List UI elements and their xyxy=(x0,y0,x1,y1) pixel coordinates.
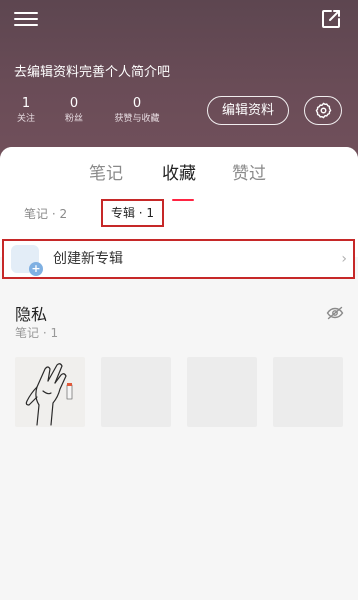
eye-hidden-icon xyxy=(326,305,344,320)
stat-fans[interactable]: 0 粉丝 xyxy=(58,96,90,126)
plus-icon: + xyxy=(29,262,43,276)
album-title[interactable]: 隐私 xyxy=(15,301,47,325)
stat-fans-value: 0 xyxy=(69,96,79,111)
chevron-right-icon: › xyxy=(341,251,347,267)
stat-likes-label: 获赞与收藏 xyxy=(114,114,160,124)
subtab-notes[interactable]: 笔记 · 2 xyxy=(24,202,67,226)
profile-stats: 1 关注 0 粉丝 0 获赞与收藏 xyxy=(0,96,200,136)
album-note-count: 笔记 · 1 xyxy=(15,326,59,340)
tab-liked[interactable]: 赞过 xyxy=(232,159,266,184)
empty-thumbnail xyxy=(187,357,257,427)
stat-fans-label: 粉丝 xyxy=(64,114,83,124)
tab-notes[interactable]: 笔记 xyxy=(89,159,123,184)
active-tab-indicator xyxy=(172,199,194,201)
subtab-albums[interactable]: 专辑 · 1 xyxy=(101,199,164,227)
album-thumbnails xyxy=(15,357,355,427)
empty-thumbnail xyxy=(101,357,171,427)
note-thumbnail[interactable] xyxy=(15,357,85,427)
create-album-label: 创建新专辑 xyxy=(53,251,123,267)
profile-header: 去编辑资料完善个人简介吧 1 关注 0 粉丝 0 获赞与收藏 编辑资料 xyxy=(0,0,358,160)
stat-following[interactable]: 1 关注 xyxy=(12,96,40,126)
stat-following-label: 关注 xyxy=(16,114,35,124)
gear-icon xyxy=(315,102,332,119)
edit-profile-button[interactable]: 编辑资料 xyxy=(207,96,289,125)
create-album-row[interactable]: + 创建新专辑 › xyxy=(2,239,355,279)
stat-following-value: 1 xyxy=(21,96,31,111)
settings-button[interactable] xyxy=(304,96,342,125)
tab-collections[interactable]: 收藏 xyxy=(162,159,196,184)
bio-prompt[interactable]: 去编辑资料完善个人简介吧 xyxy=(14,61,170,80)
stat-likes-collects[interactable]: 0 获赞与收藏 xyxy=(106,96,168,126)
subtab-bar: 笔记 · 2 专辑 · 1 xyxy=(0,199,358,227)
menu-icon[interactable] xyxy=(14,8,38,30)
tab-bar: 笔记 收藏 赞过 xyxy=(0,159,358,201)
collections-panel: 笔记 收藏 赞过 笔记 · 2 专辑 · 1 + 创建新专辑 › 隐私 笔记 ·… xyxy=(0,147,358,600)
empty-thumbnail xyxy=(273,357,343,427)
stat-likes-value: 0 xyxy=(132,96,142,111)
share-icon[interactable] xyxy=(320,8,342,30)
album-icon: + xyxy=(11,245,43,276)
